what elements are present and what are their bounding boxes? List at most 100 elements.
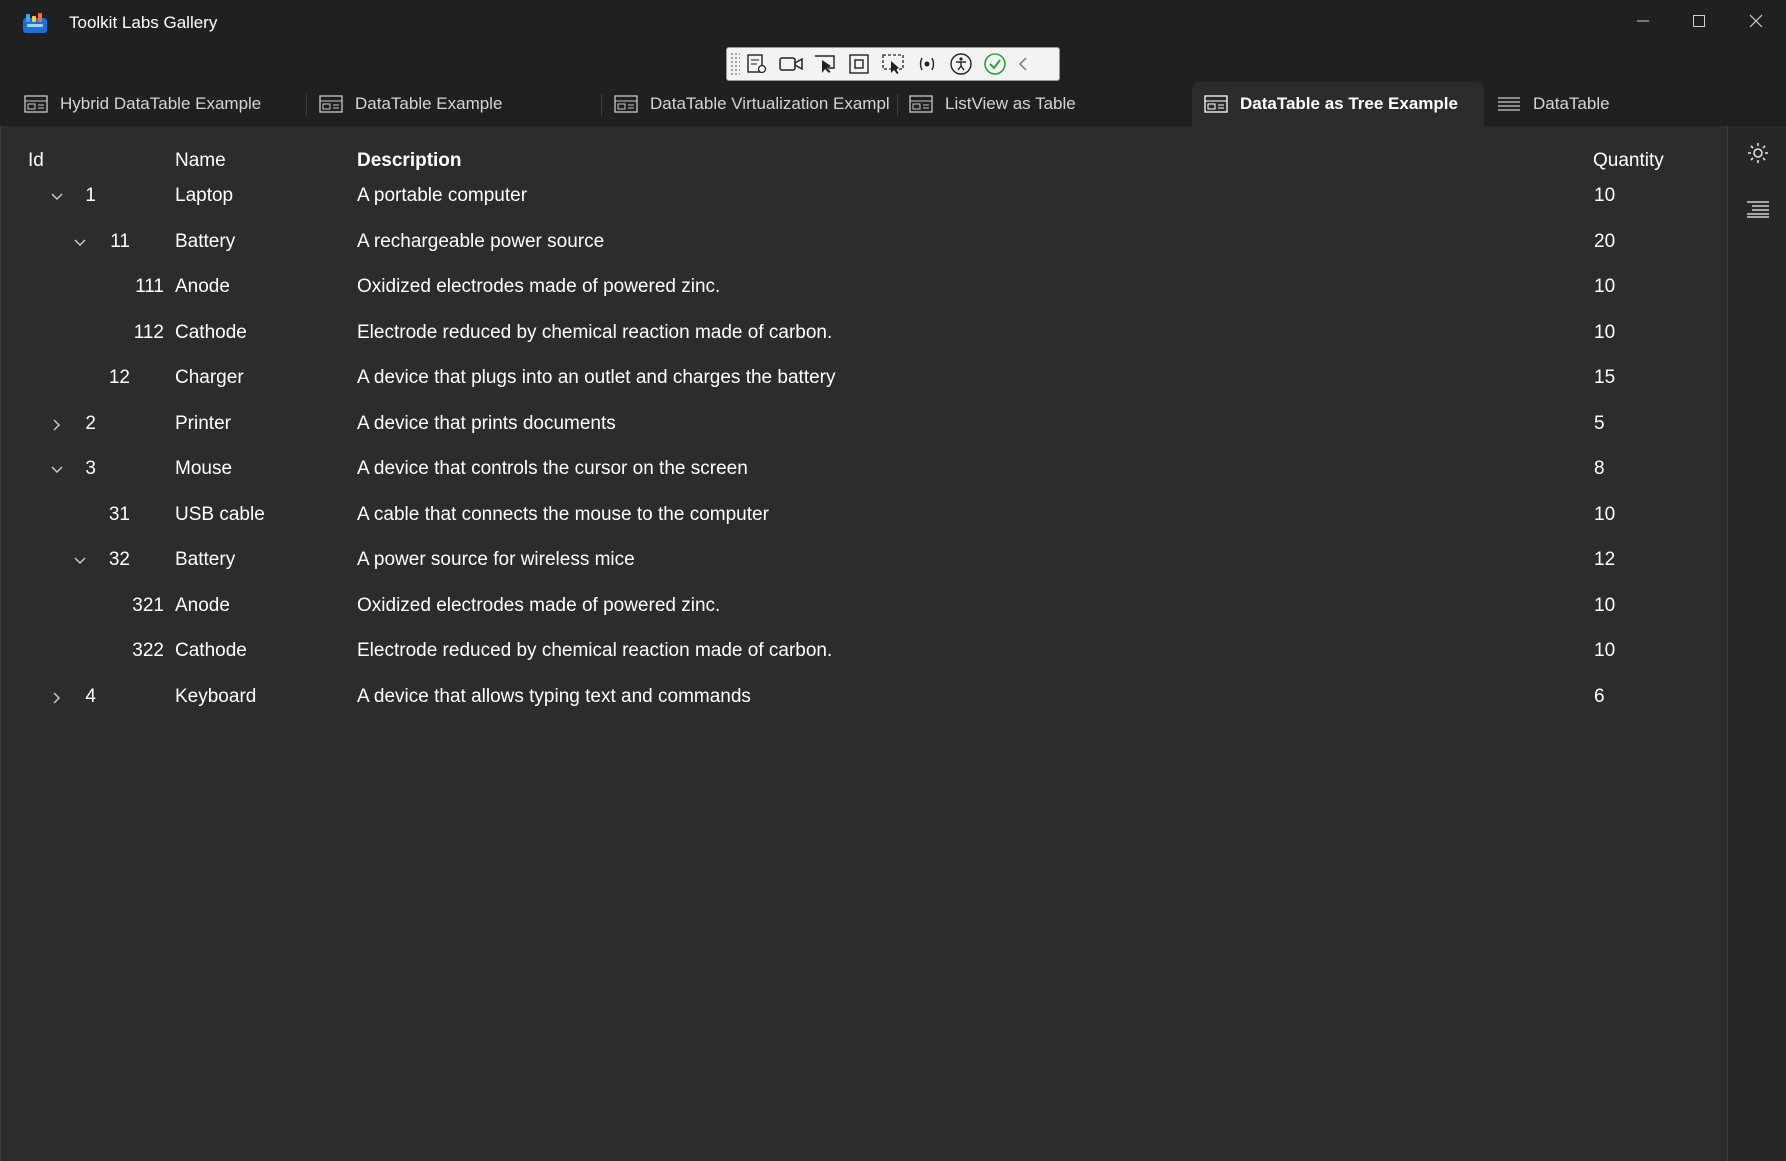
- cell-name: Battery: [175, 549, 236, 570]
- cell-id: 31: [108, 503, 130, 525]
- cell-name: Charger: [175, 367, 244, 388]
- tab-datatable[interactable]: DataTable: [1497, 82, 1697, 126]
- cell-description: Oxidized electrodes made of powered zinc…: [357, 276, 721, 297]
- tab-divider: [306, 94, 307, 116]
- cell-quantity: 10: [1594, 321, 1616, 343]
- accessibility-button[interactable]: [944, 49, 978, 79]
- cell-description: Electrode reduced by chemical reaction m…: [357, 321, 833, 343]
- cell-quantity: 6: [1594, 685, 1605, 707]
- cell-name: Battery: [175, 230, 236, 252]
- minimize-button[interactable]: [1615, 0, 1671, 42]
- cell-id: 32: [108, 549, 130, 570]
- cell-quantity: 8: [1594, 458, 1605, 479]
- app-logo-icon: [22, 12, 48, 34]
- column-header-id[interactable]: Id: [28, 150, 44, 172]
- focus-icon: [882, 54, 904, 74]
- tab-listview-as-table[interactable]: ListView as Table: [909, 82, 1179, 126]
- table-row[interactable]: 4 Keyboard A device that allows typing tex…: [0, 676, 1720, 720]
- tab-label: DataTable Virtualization Example: [650, 94, 890, 113]
- pointer-button[interactable]: [808, 49, 842, 79]
- tab-label: DataTable Example: [355, 94, 503, 113]
- cell-quantity: 20: [1594, 230, 1616, 252]
- column-header-quantity[interactable]: Quantity: [1593, 150, 1664, 172]
- maximize-button[interactable]: [1671, 0, 1727, 42]
- tab-label: DataTable as Tree Example: [1240, 94, 1458, 113]
- cell-name: Mouse: [175, 458, 233, 479]
- close-icon: [1749, 14, 1763, 28]
- cell-quantity: 10: [1594, 594, 1616, 616]
- column-header-name[interactable]: Name: [175, 150, 226, 172]
- close-button[interactable]: [1728, 0, 1784, 42]
- frame-button[interactable]: [842, 49, 876, 79]
- debug-toolbar: [726, 47, 1060, 81]
- cell-id: 11: [110, 230, 130, 252]
- chevron-right-icon[interactable]: [47, 688, 67, 708]
- cell-name: Cathode: [175, 640, 247, 661]
- record-button[interactable]: [774, 49, 808, 79]
- check-button[interactable]: [978, 49, 1012, 79]
- cell-description: A rechargeable power source: [357, 230, 605, 252]
- cell-id: 322: [132, 640, 164, 661]
- tab-label: ListView as Table: [945, 94, 1076, 113]
- tab-datatable-as-tree[interactable]: DataTable as Tree Example: [1192, 82, 1484, 126]
- cell-description: A power source for wireless mice: [357, 549, 635, 570]
- table-row[interactable]: 31 USB cable A cable that connects the mou…: [0, 494, 1720, 538]
- theme-toggle-button[interactable]: [1745, 140, 1771, 166]
- theme-toggle-icon: [1748, 143, 1768, 163]
- window-title: Toolkit Labs Gallery: [69, 13, 218, 32]
- drag-grip-icon[interactable]: [730, 52, 740, 76]
- chevron-down-icon[interactable]: [47, 187, 67, 207]
- cell-name: Anode: [175, 594, 230, 616]
- cell-quantity: 5: [1594, 412, 1605, 434]
- table-icon: [24, 95, 48, 113]
- cell-name: Printer: [175, 412, 231, 434]
- tab-datatable-virtualization[interactable]: DataTable Virtualization Example: [614, 82, 890, 126]
- table-row[interactable]: 322 Cathode Electrode reduced by chemical …: [0, 630, 1720, 674]
- cell-quantity: 10: [1594, 640, 1616, 661]
- cell-description: A device that prints documents: [357, 412, 616, 434]
- tab-datatable-example[interactable]: DataTable Example: [319, 82, 599, 126]
- binding-button[interactable]: [910, 49, 944, 79]
- cell-id: 1: [85, 185, 96, 206]
- side-panel: [1727, 126, 1786, 1161]
- cell-id: 12: [108, 367, 130, 388]
- table-row[interactable]: 32 Battery A power source for wireless mic…: [0, 539, 1720, 583]
- tab-hybrid-datatable[interactable]: Hybrid DataTable Example: [24, 82, 304, 126]
- table-row[interactable]: 112 Cathode Electrode reduced by chemical …: [0, 312, 1720, 356]
- table-row[interactable]: 3 Mouse A device that controls the cursor …: [0, 448, 1720, 492]
- table-row[interactable]: 1 Laptop A portable computer 10: [0, 175, 1720, 219]
- table-row[interactable]: 321 Anode Oxidized electrodes made of powe…: [0, 585, 1720, 629]
- chevron-right-icon[interactable]: [47, 415, 67, 435]
- collapse-icon: [1018, 57, 1027, 71]
- cell-id: 2: [85, 412, 96, 434]
- table-icon: [1204, 95, 1228, 113]
- table-row[interactable]: 2 Printer A device that prints documents 5: [0, 403, 1720, 447]
- select-element-button[interactable]: [740, 49, 774, 79]
- tab-divider: [897, 94, 898, 116]
- cell-id: 321: [132, 594, 164, 616]
- chevron-down-icon[interactable]: [70, 551, 90, 571]
- table-row[interactable]: 11 Battery A rechargeable power source 20: [0, 221, 1720, 265]
- title-bar: Toolkit Labs Gallery: [0, 0, 1786, 46]
- cell-description: Oxidized electrodes made of powered zinc…: [357, 594, 721, 616]
- cell-quantity: 10: [1594, 276, 1616, 297]
- collapse-toolbar-button[interactable]: [1012, 49, 1034, 79]
- chevron-down-icon[interactable]: [47, 460, 67, 480]
- table-row[interactable]: 111 Anode Oxidized electrodes made of powe…: [0, 266, 1720, 310]
- table-icon: [319, 95, 343, 113]
- cell-description: A portable computer: [357, 185, 528, 206]
- cell-description: A device that allows typing text and com…: [357, 685, 751, 707]
- cell-name: Laptop: [175, 185, 234, 206]
- table-icon: [614, 95, 638, 113]
- cell-name: Cathode: [175, 321, 247, 343]
- chevron-down-icon[interactable]: [70, 233, 90, 253]
- cell-name: Keyboard: [175, 685, 257, 707]
- table-row[interactable]: 12 Charger A device that plugs into an out…: [0, 357, 1720, 401]
- table-icon: [909, 95, 933, 113]
- column-header-description[interactable]: Description: [357, 150, 462, 172]
- focus-button[interactable]: [876, 49, 910, 79]
- maximize-icon: [1693, 15, 1705, 27]
- flow-direction-button[interactable]: [1745, 196, 1771, 222]
- tab-strip: Hybrid DataTable Example DataTable Examp…: [0, 82, 1786, 126]
- check-icon: [984, 53, 1006, 75]
